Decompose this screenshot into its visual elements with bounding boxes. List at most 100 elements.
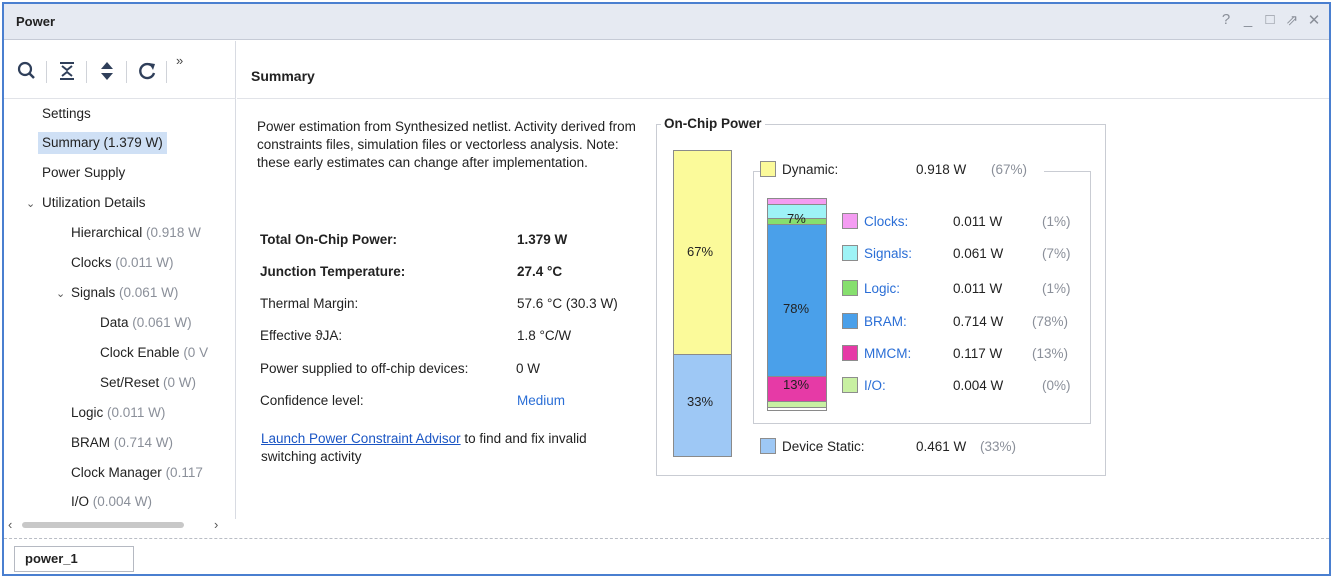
tree-item-power-supply[interactable]: Power Supply: [42, 162, 125, 184]
maximize-icon[interactable]: □: [1263, 11, 1277, 29]
bram-swatch: [842, 313, 858, 329]
tree-item-clocks[interactable]: Clocks (0.011 W): [71, 252, 174, 274]
help-icon[interactable]: ?: [1219, 11, 1233, 29]
tree-item-set-reset[interactable]: Set/Reset (0 W): [100, 372, 196, 394]
tree-item-label: Signals: [71, 285, 116, 300]
tree-item-label: Clock Enable: [100, 345, 180, 360]
bram-pct: (78%): [1032, 314, 1069, 329]
tree-item-label: Utilization Details: [42, 195, 146, 210]
signals-pct-label: 7%: [787, 211, 806, 226]
dynamic-value: 0.918 W: [916, 162, 967, 177]
tree-item-value: (0.061 W): [119, 285, 179, 300]
collapse-all-icon[interactable]: [56, 60, 78, 82]
sidebar-toolbar: »: [4, 41, 236, 99]
clocks-value: 0.011 W: [953, 214, 1003, 229]
tree-item-bram[interactable]: BRAM (0.714 W): [71, 432, 173, 454]
io-link[interactable]: I/O:: [864, 378, 886, 393]
mmcm-pct-label: 13%: [783, 377, 810, 392]
tree-item-value: (0.117: [165, 465, 203, 480]
page-title: Summary: [251, 68, 315, 84]
tree-item-summary[interactable]: Summary (1.379 W): [38, 132, 167, 154]
confidence-link[interactable]: Medium: [517, 393, 565, 408]
more-tools-icon[interactable]: »: [176, 53, 183, 68]
window-title: Power: [16, 14, 56, 29]
tree-item-label: Hierarchical: [71, 225, 143, 240]
tree-item-value: (0 W): [163, 375, 197, 390]
signals-pct: (7%): [1042, 246, 1071, 261]
tree-item-hierarchical[interactable]: Hierarchical (0.918 W: [71, 222, 201, 244]
expand-all-icon[interactable]: [96, 60, 118, 82]
bottom-tab-bar: power_1: [4, 538, 1329, 574]
tree-item-utilization-details[interactable]: Utilization Details: [42, 192, 146, 214]
logic-pct: (1%): [1042, 281, 1071, 296]
title-bar: Power ? _ □ ⇗ ✕: [4, 4, 1329, 40]
row-value: 57.6 °C (30.3 W): [517, 296, 618, 311]
logic-link[interactable]: Logic:: [864, 281, 900, 296]
logic-value: 0.011 W: [953, 281, 1003, 296]
signals-link[interactable]: Signals:: [864, 246, 912, 261]
dynamic-pct: (67%): [991, 162, 1028, 177]
launch-advisor-link[interactable]: Launch Power Constraint Advisor: [261, 431, 461, 446]
tree-item-clock-enable[interactable]: Clock Enable (0 V: [100, 342, 208, 364]
tree-item-value: (0.011 W): [107, 405, 166, 420]
mmcm-link[interactable]: MMCM:: [864, 346, 911, 361]
tree-item-value: (0.011 W): [115, 255, 174, 270]
static-pct-label: 33%: [687, 394, 714, 409]
scroll-right-icon[interactable]: ›: [214, 517, 218, 532]
refresh-icon[interactable]: [136, 60, 158, 82]
tree-item-label: Summary (1.379 W): [42, 135, 163, 150]
clocks-link[interactable]: Clocks:: [864, 214, 908, 229]
dynamic-swatch: [760, 161, 776, 177]
tree-item-value: (0.004 W): [92, 494, 153, 509]
tree-item-label: Power Supply: [42, 165, 126, 180]
bram-link[interactable]: BRAM:: [864, 314, 907, 329]
logic-swatch: [842, 280, 858, 296]
float-icon[interactable]: ⇗: [1285, 11, 1299, 29]
tree-item-value: (0.714 W): [113, 435, 174, 450]
tree-item-label: Clocks: [71, 255, 112, 270]
horizontal-scrollbar[interactable]: ‹ ›: [4, 517, 235, 533]
breakdown-segment-io: [768, 402, 826, 408]
chevron-down-icon[interactable]: ⌄: [26, 197, 35, 210]
tree-item-data[interactable]: Data (0.061 W): [100, 312, 192, 334]
tree-item-logic[interactable]: Logic (0.011 W): [71, 402, 165, 424]
tree-item-value: (0 V: [183, 345, 209, 360]
device-static-pct: (33%): [980, 439, 1017, 454]
mmcm-pct: (13%): [1032, 346, 1069, 361]
row-key: Total On-Chip Power:: [260, 232, 397, 247]
tree-item-label: Settings: [42, 106, 91, 121]
tree-item-label: BRAM: [71, 435, 111, 450]
total-power-bar: [673, 150, 732, 457]
minimize-icon[interactable]: _: [1241, 11, 1255, 29]
io-pct: (0%): [1042, 378, 1071, 393]
tree-item-label: I/O: [71, 494, 90, 509]
clocks-swatch: [842, 213, 858, 229]
row-value: 27.4 °C: [517, 264, 563, 279]
bram-value: 0.714 W: [953, 314, 1004, 329]
io-swatch: [842, 377, 858, 393]
dynamic-group-line: [1044, 171, 1091, 172]
tree-item-io[interactable]: I/O (0.004 W): [71, 491, 152, 513]
device-static-swatch: [760, 438, 776, 454]
scroll-left-icon[interactable]: ‹: [8, 517, 12, 532]
tree-item-value: (0.918 W: [146, 225, 201, 240]
power-window: Power ? _ □ ⇗ ✕ » Settings Summary (1.37…: [2, 2, 1331, 576]
tree-item-clock-manager[interactable]: Clock Manager (0.117: [71, 462, 203, 484]
on-chip-power-title: On-Chip Power: [661, 116, 765, 131]
mmcm-value: 0.117 W: [953, 346, 1003, 361]
tree-item-settings[interactable]: Settings: [42, 103, 91, 125]
mmcm-swatch: [842, 345, 858, 361]
row-value: 1.8 °C/W: [517, 328, 572, 343]
tab-power-1[interactable]: power_1: [14, 546, 134, 572]
row-value: 1.379 W: [517, 232, 568, 247]
row-key: Junction Temperature:: [260, 264, 406, 279]
scrollbar-thumb[interactable]: [22, 522, 184, 528]
search-icon[interactable]: [16, 60, 38, 82]
close-icon[interactable]: ✕: [1307, 11, 1321, 29]
chevron-down-icon[interactable]: ⌄: [56, 287, 65, 300]
dynamic-pct-label: 67%: [687, 244, 714, 259]
tree-item-label: Set/Reset: [100, 375, 160, 390]
signals-swatch: [842, 245, 858, 261]
tree-item-signals[interactable]: Signals (0.061 W): [71, 282, 178, 304]
dynamic-label: Dynamic:: [782, 162, 839, 177]
